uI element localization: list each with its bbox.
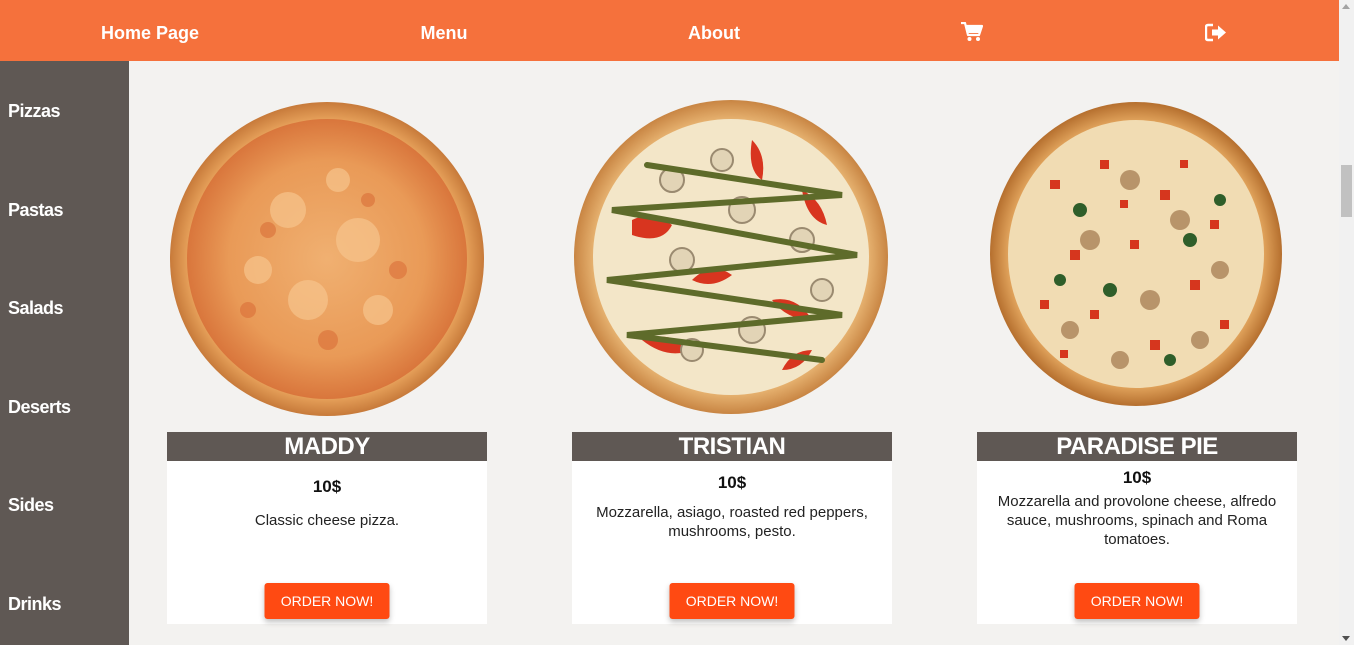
sidebar-item-drinks[interactable]: Drinks	[8, 594, 62, 615]
pizza-image-tristian	[574, 100, 888, 414]
order-now-button[interactable]: ORDER NOW!	[669, 583, 795, 619]
scroll-down-arrow-icon[interactable]	[1342, 636, 1350, 641]
product-price: 10$	[717, 473, 747, 492]
scroll-thumb[interactable]	[1341, 165, 1352, 217]
sidebar-item-pizzas[interactable]: Pizzas	[8, 101, 61, 122]
sidebar-item-pastas[interactable]: Pastas	[8, 200, 64, 221]
product-name: PARADISE PIE	[977, 432, 1297, 461]
pizza-image-paradise-pie	[990, 102, 1282, 406]
sidebar-item-salads[interactable]: Salads	[8, 298, 64, 319]
product-price: 10$	[312, 477, 342, 496]
sidebar-item-sides[interactable]: Sides	[8, 495, 54, 516]
product-price: 10$	[1122, 468, 1152, 487]
product-name: MADDY	[167, 432, 487, 461]
product-card: MADDY 10$ Classic cheese pizza. ORDER NO…	[167, 432, 487, 624]
pizza-image-maddy	[170, 102, 484, 416]
vertical-scrollbar[interactable]	[1339, 0, 1354, 645]
product-name: TRISTIAN	[572, 432, 892, 461]
top-nav: Home Page Menu About	[0, 0, 1339, 61]
scroll-up-arrow-icon[interactable]	[1342, 4, 1350, 9]
nav-menu-link[interactable]: Menu	[421, 0, 468, 61]
product-card: TRISTIAN 10$ Mozzarella, asiago, roasted…	[572, 432, 892, 624]
product-description: Mozzarella, asiago, roasted red peppers,…	[596, 504, 868, 540]
product-description: Mozzarella and provolone cheese, alfredo…	[997, 493, 1277, 548]
order-now-button[interactable]: ORDER NOW!	[1074, 583, 1200, 619]
sign-out-icon[interactable]	[1204, 23, 1227, 43]
nav-about-link[interactable]: About	[688, 0, 740, 61]
product-card: PARADISE PIE 10$ Mozzarella and provolon…	[977, 432, 1297, 624]
sidebar-item-deserts[interactable]: Deserts	[8, 397, 71, 418]
nav-home-link[interactable]: Home Page	[101, 0, 199, 61]
order-now-button[interactable]: ORDER NOW!	[264, 583, 390, 619]
cart-icon[interactable]	[961, 21, 984, 42]
product-description: Classic cheese pizza.	[254, 512, 400, 529]
category-sidebar: Pizzas Pastas Salads Deserts Sides Drink…	[0, 61, 129, 645]
